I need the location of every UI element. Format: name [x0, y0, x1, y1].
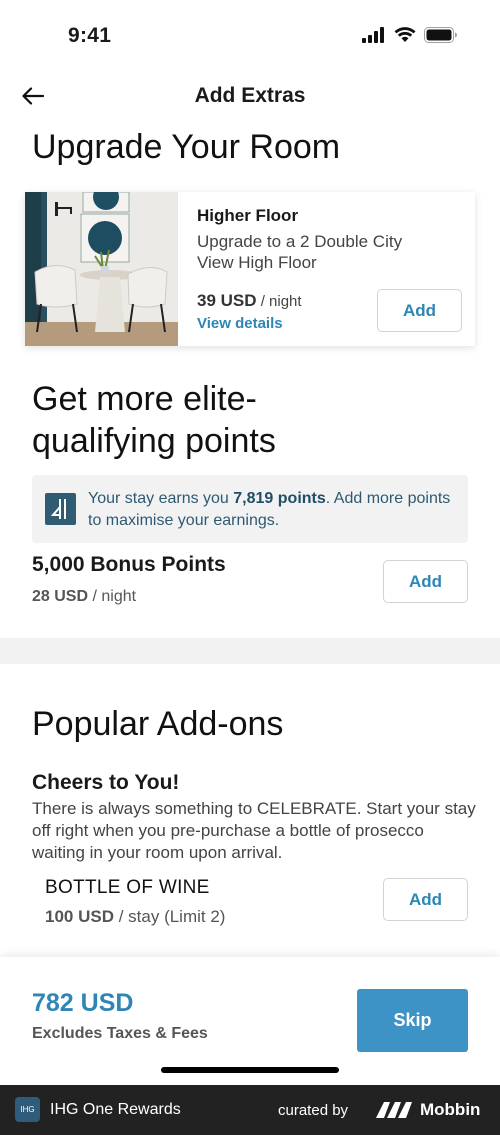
footer-banner: IHG IHG One Rewards curated by Mobbin — [0, 1085, 500, 1135]
upgrade-heading: Upgrade Your Room — [32, 128, 341, 166]
status-icons — [362, 27, 458, 43]
status-time: 9:41 — [68, 24, 112, 47]
view-details-link[interactable]: View details — [197, 315, 283, 332]
ihg-logo: IHG — [15, 1097, 40, 1122]
add-bonus-points-button[interactable]: Add — [383, 560, 468, 603]
wine-product-title: BOTTLE OF WINE — [45, 877, 210, 898]
room-upgrade-price: 39 USD / night — [197, 291, 302, 311]
room-upgrade-price-amount: 39 USD — [197, 291, 257, 310]
total-note: Excludes Taxes & Fees — [32, 1025, 208, 1042]
cellular-signal-icon — [362, 27, 384, 43]
addon-description: There is always something to CELEBRATE. … — [32, 799, 476, 862]
home-indicator — [161, 1067, 339, 1073]
bonus-points-price-amount: 28 USD — [32, 588, 89, 605]
bonus-points-price-unit: / night — [92, 588, 137, 605]
battery-icon — [424, 27, 457, 43]
room-upgrade-title: Higher Floor — [197, 206, 299, 225]
footer-brand: Mobbin — [420, 1100, 481, 1119]
page-title: Add Extras — [194, 84, 306, 107]
nav-bar: Add Extras — [0, 72, 500, 120]
wine-price-amount: 100 USD — [45, 907, 114, 926]
points-info-text: Your stay earns you 7,819 points. Add mo… — [88, 490, 451, 529]
bonus-points-title: 5,000 Bonus Points — [32, 553, 226, 576]
footer-curated-by: curated by — [278, 1102, 349, 1119]
points-info-box: Your stay earns you 7,819 points. Add mo… — [32, 475, 468, 543]
points-heading: Get more elite-qualifying points — [32, 380, 276, 460]
room-upgrade-description: Upgrade to a 2 Double City View High Flo… — [197, 232, 403, 272]
wine-product-price: 100 USD / stay (Limit 2) — [45, 907, 225, 927]
add-room-upgrade-button[interactable]: Add — [377, 289, 462, 332]
room-photo — [25, 192, 178, 346]
addons-heading: Popular Add-ons — [32, 705, 284, 743]
bonus-points-price: 28 USD / night — [32, 588, 136, 606]
section-divider — [0, 638, 500, 664]
total-price: 782 USD — [32, 989, 134, 1017]
addon-title: Cheers to You! — [32, 771, 180, 794]
wifi-icon — [394, 27, 416, 42]
status-bar: 9:41 — [0, 0, 500, 72]
mobbin-logo-icon — [376, 1102, 412, 1118]
room-upgrade-card: Higher Floor Upgrade to a 2 Double City … — [25, 192, 475, 346]
room-upgrade-price-unit: / night — [260, 293, 302, 310]
wine-price-unit: / stay (Limit 2) — [118, 907, 226, 926]
total-bar: 782 USD Excludes Taxes & Fees Skip — [0, 957, 500, 1085]
points-earned: 7,819 points — [233, 490, 326, 507]
footer-app-name: IHG One Rewards — [50, 1101, 181, 1118]
points-info-icon — [45, 493, 76, 525]
room-upgrade-details: Higher Floor Upgrade to a 2 Double City … — [178, 192, 475, 346]
skip-button[interactable]: Skip — [357, 989, 468, 1052]
add-wine-button[interactable]: Add — [383, 878, 468, 921]
